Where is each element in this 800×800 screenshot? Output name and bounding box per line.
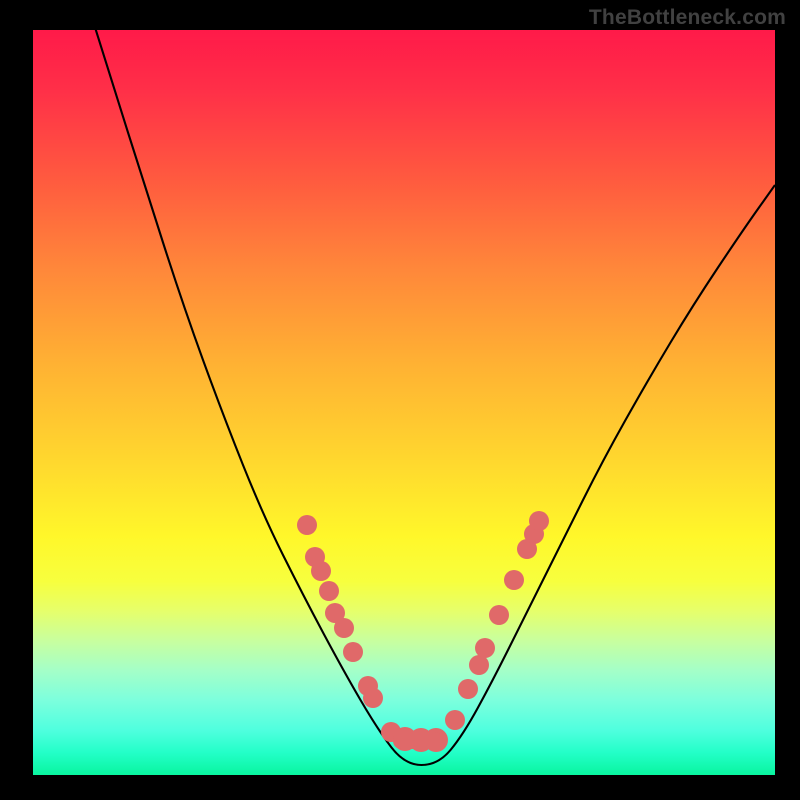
data-marker [504, 570, 524, 590]
data-marker [529, 511, 549, 531]
bottleneck-curve [88, 30, 775, 765]
data-marker [458, 679, 478, 699]
data-marker [319, 581, 339, 601]
data-marker [297, 515, 317, 535]
flat-band [393, 732, 443, 749]
marker-layer [297, 511, 549, 752]
data-marker [343, 642, 363, 662]
data-marker [445, 710, 465, 730]
chart-svg [33, 30, 775, 775]
data-marker [489, 605, 509, 625]
chart-frame: TheBottleneck.com [0, 0, 800, 800]
data-marker [469, 655, 489, 675]
data-marker [334, 618, 354, 638]
plot-area [33, 30, 775, 775]
watermark-text: TheBottleneck.com [589, 6, 786, 30]
data-marker [363, 688, 383, 708]
data-marker [475, 638, 495, 658]
data-marker [311, 561, 331, 581]
